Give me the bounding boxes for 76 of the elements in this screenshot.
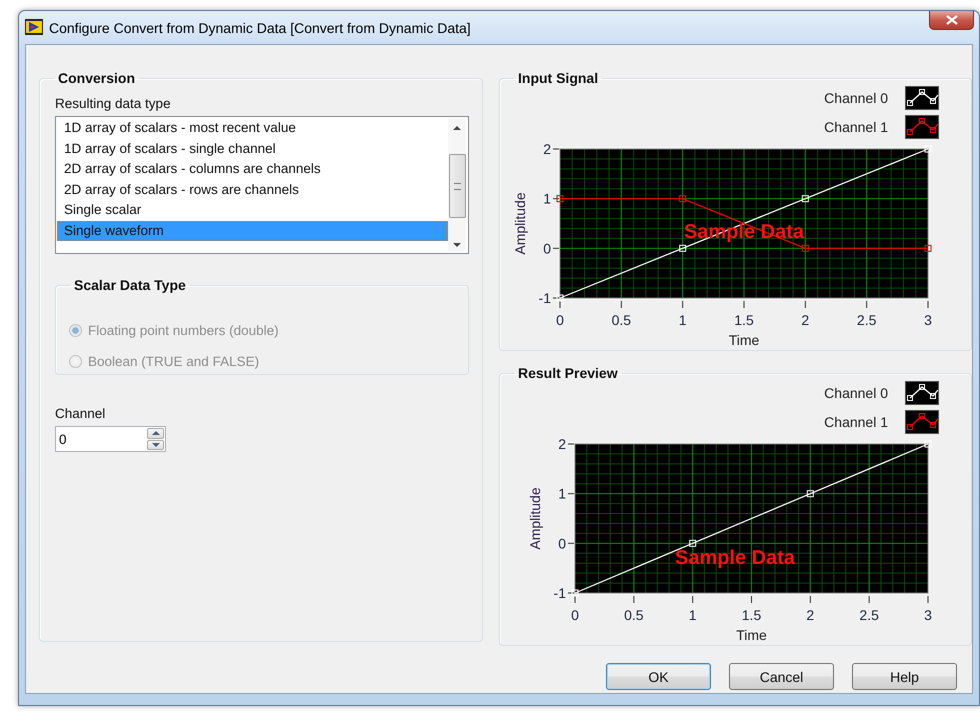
point-marker: [924, 146, 932, 152]
radio-label: Boolean (TRUE and FALSE): [88, 354, 260, 369]
tick-label: 0: [543, 240, 551, 256]
tick-label: 2: [543, 142, 551, 157]
dialog-button[interactable]: Cancel: [729, 663, 834, 690]
spin-box[interactable]: 0: [55, 426, 166, 452]
group-title: Scalar Data Type: [73, 277, 187, 293]
tick-label: 3: [924, 312, 932, 328]
close-button[interactable]: [929, 11, 974, 30]
group-title: Conversion: [57, 70, 136, 86]
tick-label: 0.5: [624, 607, 644, 623]
tick-label: 1.5: [734, 312, 754, 328]
point-marker: [679, 195, 686, 202]
tick-label: 0: [571, 607, 579, 623]
line-sample-icon: [905, 381, 939, 405]
point-marker: [572, 590, 578, 596]
tick-label: 0: [556, 312, 564, 328]
point-marker: [802, 244, 809, 252]
tick-label: 1.5: [742, 607, 762, 623]
tick-label: 2.5: [856, 312, 876, 328]
legend-label: Channel 1: [824, 119, 888, 135]
number-field[interactable]: 0: [56, 427, 147, 451]
down-arrow-icon[interactable]: [453, 243, 461, 247]
tick-label: 2.5: [859, 607, 879, 623]
up-arrow-icon[interactable]: [453, 126, 461, 130]
tick-label: 1: [558, 486, 566, 502]
group-title: Result Preview: [517, 365, 619, 381]
line-sample-icon: [905, 86, 939, 110]
tick-label: 2: [806, 607, 814, 623]
window-title: Configure Convert from Dynamic Data [Convert from Dynamic Data]: [49, 20, 471, 36]
tick-label: 1: [543, 190, 551, 207]
point-marker: [556, 294, 564, 302]
triangle-icon: [25, 19, 43, 35]
close-icon: [946, 15, 958, 25]
scroll-thumb[interactable]: [448, 154, 466, 218]
point-marker: [924, 244, 932, 252]
list-item[interactable]: 1D array of scalars - single channel: [57, 138, 448, 159]
group-title: Input Signal: [517, 70, 600, 86]
point-marker: [924, 440, 932, 448]
field-label: Channel: [55, 406, 106, 421]
tick-label: 1: [688, 607, 697, 623]
legend-label: Channel 0: [824, 385, 888, 401]
point-marker: [679, 244, 686, 252]
tick-label: 2: [801, 312, 810, 328]
point-marker: [689, 540, 696, 547]
legend-label: Channel 1: [824, 414, 888, 430]
axis-title: Time: [728, 332, 760, 347]
list-item[interactable]: Single scalar: [57, 200, 448, 220]
spin-up-button[interactable]: [147, 428, 164, 438]
dialog-button[interactable]: Help: [852, 663, 957, 690]
field-label: Resulting data type: [55, 96, 172, 111]
tick-label: -1: [538, 290, 551, 306]
legend-label: Channel 0: [824, 90, 888, 106]
tick-label: 3: [924, 607, 932, 623]
list-item[interactable]: 2D array of scalars - columns are channels: [57, 159, 448, 180]
line-sample-icon: [905, 410, 939, 434]
tick-label: 0.5: [612, 312, 632, 328]
spin-down-button[interactable]: [147, 440, 164, 450]
axis-title: Amplitude: [512, 192, 528, 255]
tick-label: 0: [558, 535, 566, 552]
axis-title: Amplitude: [527, 487, 543, 550]
list-item[interactable]: 1D array of scalars - most recent value: [57, 118, 448, 138]
chart-annotation: Sample Data: [675, 547, 796, 570]
point-marker: [806, 490, 814, 498]
point-marker: [802, 195, 809, 202]
tick-label: -1: [554, 585, 566, 601]
line-sample-icon: [905, 115, 939, 139]
tick-label: 1: [678, 312, 687, 328]
scrollbar[interactable]: [448, 119, 466, 251]
list-item[interactable]: Single waveform: [57, 220, 448, 241]
point-marker: [556, 195, 564, 202]
axis-title: Time: [736, 627, 767, 642]
list-item[interactable]: 2D array of scalars - rows are channels: [57, 180, 448, 200]
radio-label: Floating point numbers (double): [88, 323, 279, 338]
tick-label: 2: [558, 437, 566, 452]
dialog-button[interactable]: OK: [606, 663, 711, 690]
